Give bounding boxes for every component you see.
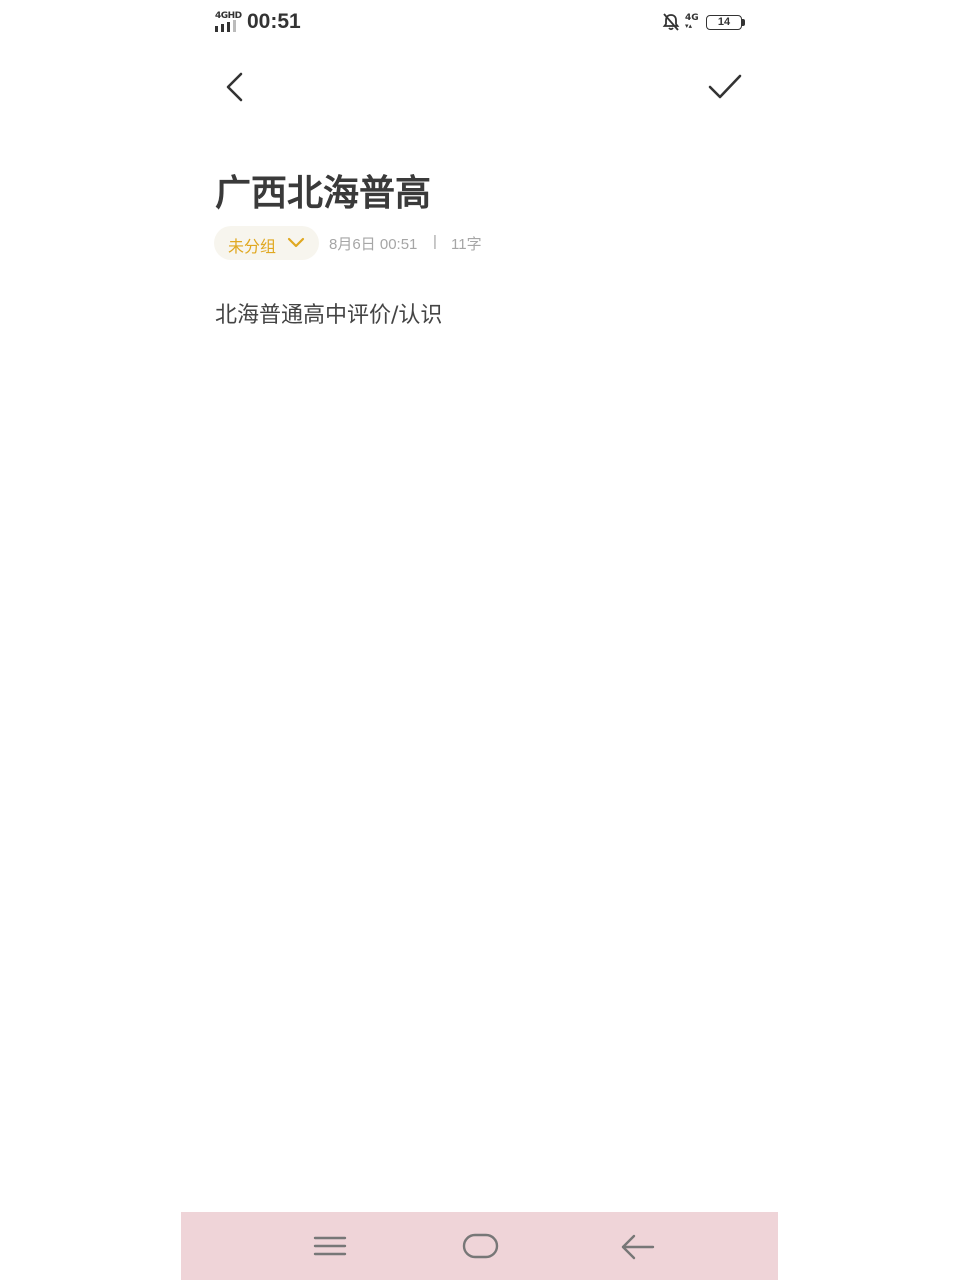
battery-level: 14 (717, 16, 731, 28)
back-arrow-icon (621, 1234, 655, 1260)
data-arrows-icon: ▾▴ (685, 22, 693, 30)
bell-off-icon (662, 13, 680, 31)
word-count: 11字 (451, 236, 482, 253)
checkmark-icon (708, 74, 742, 99)
navigation-bar (181, 1212, 778, 1280)
chevron-down-icon (287, 237, 305, 248)
save-button[interactable] (702, 66, 746, 106)
group-label: 未分组 (228, 237, 277, 256)
note-date: 8月6日 00:51 (329, 236, 418, 253)
home-button[interactable] (455, 1226, 505, 1266)
signal-icon (215, 20, 236, 32)
menu-button[interactable] (305, 1226, 355, 1266)
system-back-button[interactable] (613, 1226, 663, 1266)
chevron-left-icon (226, 72, 243, 102)
back-button[interactable] (220, 66, 252, 106)
menu-icon (313, 1236, 347, 1256)
status-time: 00:51 (247, 10, 301, 33)
home-icon (462, 1233, 499, 1259)
battery-tip (742, 19, 745, 26)
note-title[interactable]: 广西北海普高 (215, 164, 431, 216)
group-selector[interactable]: 未分组 (214, 226, 319, 260)
meta-separator: | (433, 233, 437, 250)
note-body[interactable]: 北海普通高中评价/认识 (215, 297, 442, 329)
status-bar: 4GHD 00:51 4G ▾▴ 14 (181, 0, 778, 48)
